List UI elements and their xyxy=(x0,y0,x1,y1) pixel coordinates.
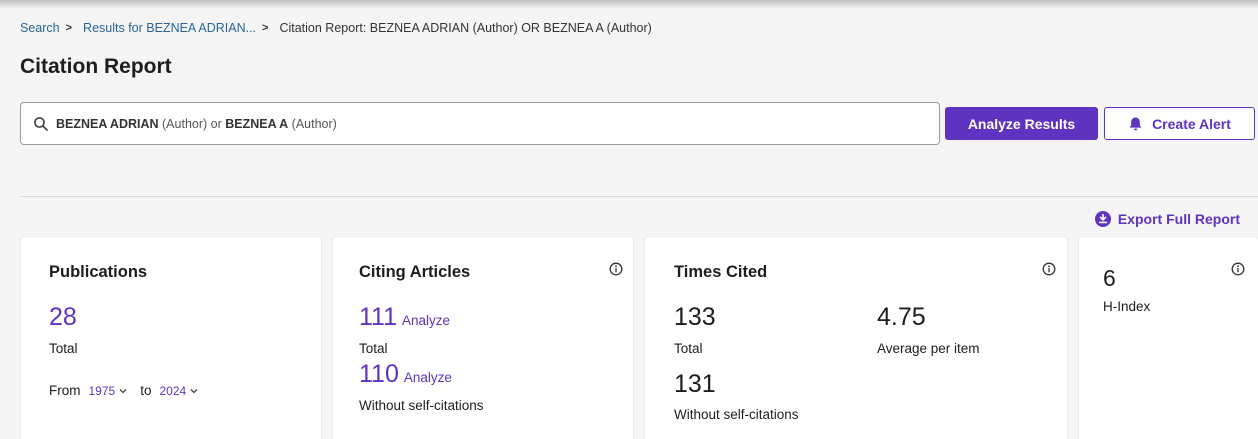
chevron-down-icon[interactable] xyxy=(189,386,199,396)
times-cited-without-self-value: 131 xyxy=(674,370,716,398)
breadcrumb-results-link[interactable]: Results for BEZNEA ADRIAN... xyxy=(83,21,256,35)
publications-total-label: Total xyxy=(49,341,78,356)
analyze-results-button[interactable]: Analyze Results xyxy=(945,107,1098,140)
times-cited-total-label: Total xyxy=(674,341,703,356)
search-term-1: BEZNEA ADRIAN xyxy=(56,116,159,131)
to-year-dropdown[interactable]: 2024 xyxy=(159,384,186,398)
to-label: to xyxy=(140,383,152,398)
breadcrumb: Search > Results for BEZNEA ADRIAN... > … xyxy=(20,21,652,35)
average-per-item-label: Average per item xyxy=(877,341,980,356)
create-alert-button[interactable]: Create Alert xyxy=(1104,107,1255,140)
h-index-value: 6 xyxy=(1103,265,1116,291)
publications-title: Publications xyxy=(49,263,148,281)
chevron-down-icon[interactable] xyxy=(118,386,128,396)
search-icon xyxy=(34,116,48,131)
times-cited-title: Times Cited xyxy=(674,263,768,281)
section-divider xyxy=(20,196,1258,197)
search-query-field[interactable]: BEZNEA ADRIAN (Author) or BEZNEA A (Auth… xyxy=(20,102,940,145)
publications-total: 28 xyxy=(49,303,77,331)
search-field-2: (Author) xyxy=(288,116,337,131)
download-icon xyxy=(1094,211,1111,227)
times-cited-total: 133 xyxy=(674,303,716,331)
citing-total-row: 111 Analyze xyxy=(359,303,450,332)
breadcrumb-separator-icon: > xyxy=(65,22,73,34)
citing-without-self-analyze-link[interactable]: Analyze xyxy=(404,370,452,385)
citing-articles-total[interactable]: 111 xyxy=(359,303,397,332)
breadcrumb-search-link[interactable]: Search xyxy=(20,21,60,35)
export-full-report-label: Export Full Report xyxy=(1117,211,1240,227)
citing-analyze-link[interactable]: Analyze xyxy=(402,313,450,328)
page-title: Citation Report xyxy=(20,55,172,78)
publications-card: Publications 28 Total From 1975 to 2024 xyxy=(21,237,321,439)
breadcrumb-current: Citation Report: BEZNEA ADRIAN (Author) … xyxy=(279,21,652,35)
citing-without-self-value[interactable]: 110 xyxy=(359,360,399,389)
info-icon[interactable] xyxy=(609,262,623,276)
citing-articles-card: Citing Articles 111 Analyze Total 110 An… xyxy=(333,237,633,439)
analyze-results-label: Analyze Results xyxy=(967,115,1076,132)
citing-without-self-label: Without self-citations xyxy=(359,398,484,413)
bell-icon xyxy=(1129,117,1142,130)
create-alert-label: Create Alert xyxy=(1152,115,1231,132)
citing-total-label: Total xyxy=(359,341,388,356)
search-field-1: (Author) or xyxy=(158,116,226,131)
times-cited-card: Times Cited 133 Total 4.75 Average per i… xyxy=(645,237,1067,439)
h-index-card: 6 H-Index xyxy=(1079,237,1258,439)
info-icon[interactable] xyxy=(1231,262,1245,276)
breadcrumb-separator-icon: > xyxy=(262,22,269,34)
info-icon[interactable] xyxy=(1042,262,1056,276)
times-cited-without-self-label: Without self-citations xyxy=(674,407,799,422)
top-shadow xyxy=(0,0,1258,9)
from-label: From xyxy=(49,383,81,398)
year-range: From 1975 to 2024 xyxy=(49,383,211,398)
average-per-item-value: 4.75 xyxy=(877,303,926,331)
h-index-label: H-Index xyxy=(1103,299,1151,314)
citing-articles-title: Citing Articles xyxy=(359,263,471,281)
export-full-report-link[interactable]: Export Full Report xyxy=(1094,211,1240,227)
from-year-dropdown[interactable]: 1975 xyxy=(89,384,116,398)
search-term-2: BEZNEA A xyxy=(225,116,289,131)
citing-without-self-row: 110 Analyze xyxy=(359,360,452,389)
